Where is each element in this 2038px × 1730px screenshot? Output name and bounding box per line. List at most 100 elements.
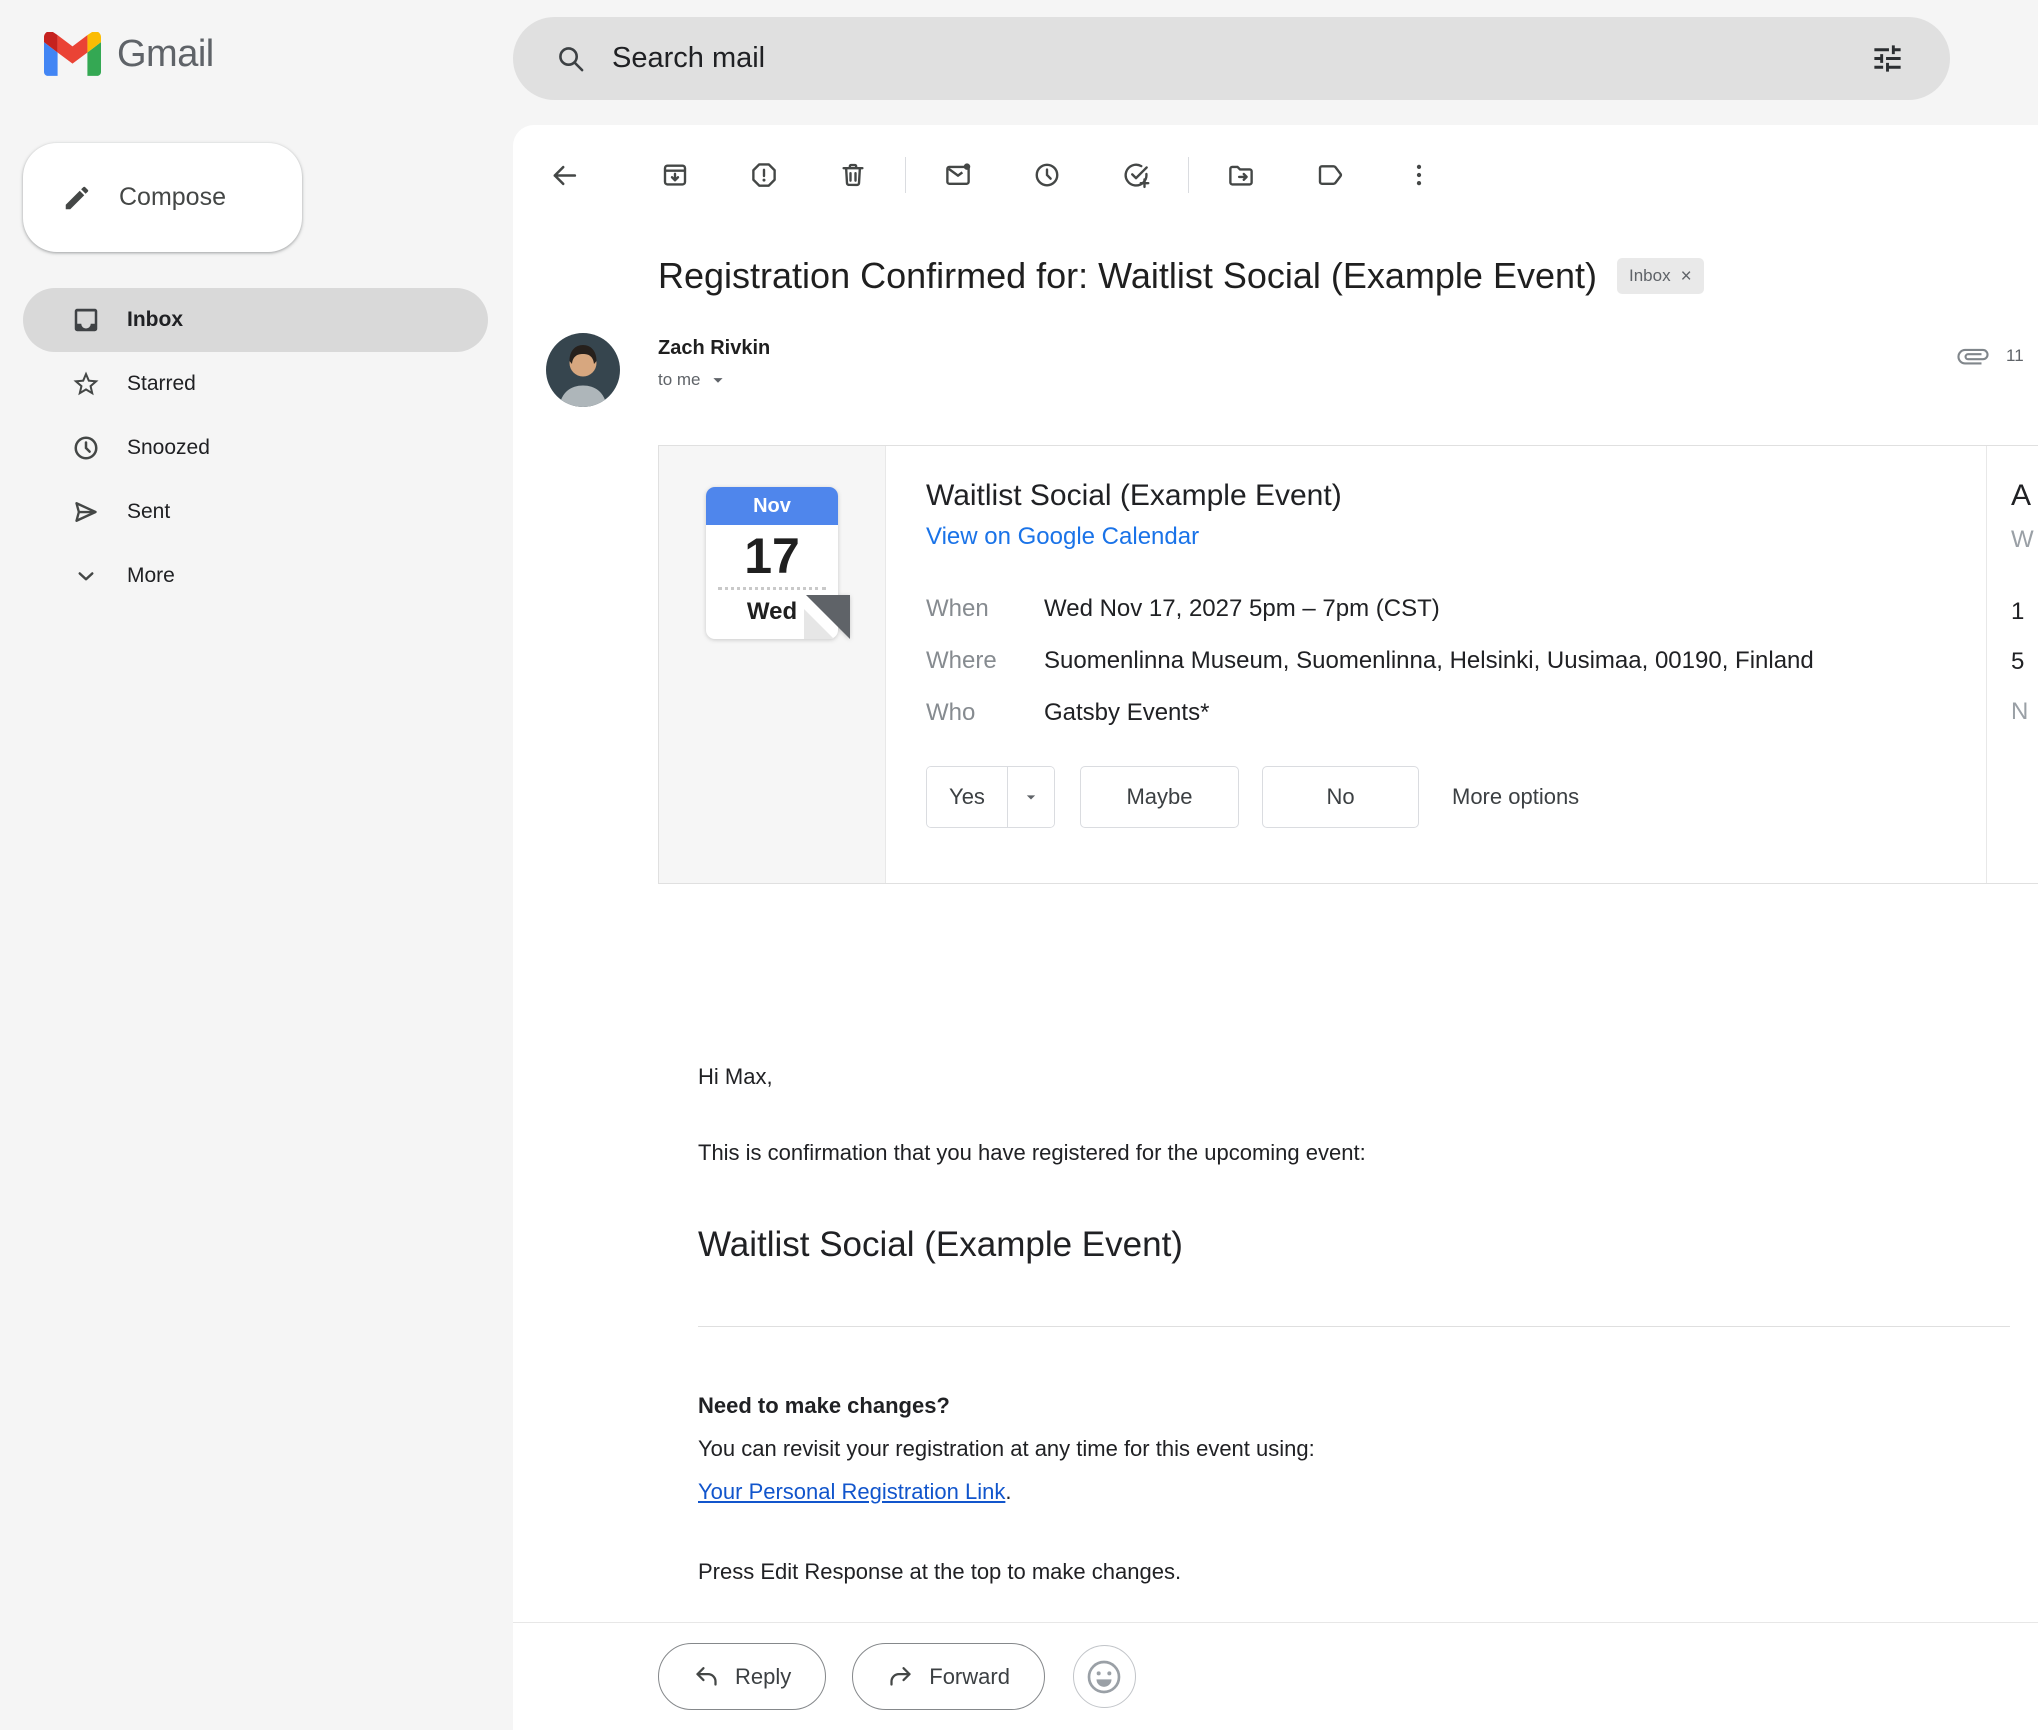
delete-button[interactable] [825, 147, 881, 203]
snooze-button[interactable] [1019, 147, 1075, 203]
who-label: Who [926, 697, 1044, 728]
reply-button[interactable]: Reply [658, 1643, 826, 1710]
sidebar-nav: Inbox Starred Snoozed Sent [0, 288, 513, 608]
archive-button[interactable] [647, 147, 703, 203]
personal-registration-link[interactable]: Your Personal Registration Link [698, 1479, 1005, 1504]
snooze-icon [1032, 160, 1062, 190]
caret-down-icon [1021, 787, 1041, 807]
report-spam-button[interactable] [736, 147, 792, 203]
event-details: Waitlist Social (Example Event) View on … [886, 446, 1986, 883]
more-vert-icon [1404, 160, 1434, 190]
search-bar[interactable] [513, 17, 1950, 100]
agenda-fragment: 5 [2011, 648, 2038, 676]
gmail-m-icon [44, 32, 101, 76]
compose-button[interactable]: Compose [23, 143, 302, 252]
gmail-logo: Gmail [44, 32, 214, 76]
sidebar-item-label: Sent [127, 500, 170, 524]
email-timestamp: 11 [2006, 346, 2024, 366]
where-value: Suomenlinna Museum, Suomenlinna, Helsink… [1044, 645, 1814, 676]
greeting-line: Hi Max, [698, 1062, 2038, 1092]
archive-icon [660, 160, 690, 190]
toolbar-divider [1188, 157, 1189, 193]
inbox-label-text: Inbox [1629, 266, 1671, 286]
event-title: Waitlist Social (Example Event) [926, 476, 1986, 516]
calendar-date-panel: Nov 17 Wed [659, 446, 886, 883]
agenda-fragment: A [2011, 476, 2038, 516]
label-icon [1315, 160, 1345, 190]
who-value: Gatsby Events* [1044, 697, 1209, 728]
agenda-panel-clipped: A W 1 5 N [1986, 446, 2038, 883]
link-suffix: . [1005, 1479, 1011, 1504]
email-toolbar [513, 125, 2038, 225]
report-spam-icon [749, 160, 779, 190]
agenda-fragment: W [2011, 526, 2038, 554]
page-fold-decoration [804, 595, 850, 641]
mark-unread-button[interactable] [930, 147, 986, 203]
agenda-fragment: N [2011, 698, 2038, 726]
calendar-day: 17 [706, 525, 838, 587]
sidebar: Compose Inbox Starred Snoozed [0, 125, 513, 608]
compose-label: Compose [119, 183, 226, 212]
sidebar-item-starred[interactable]: Starred [23, 352, 488, 416]
rsvp-yes-button[interactable]: Yes [927, 767, 1007, 827]
more-options-button[interactable] [1391, 147, 1447, 203]
clock-icon [71, 433, 101, 463]
star-icon [71, 369, 101, 399]
rsvp-yes-dropdown[interactable] [1007, 767, 1054, 827]
recipient-label: to me [658, 370, 701, 390]
search-icon [555, 43, 586, 74]
email-body: Hi Max, This is confirmation that you ha… [698, 1062, 2038, 1587]
rsvp-no-button[interactable]: No [1262, 766, 1419, 828]
sidebar-item-snoozed[interactable]: Snoozed [23, 416, 488, 480]
remove-label-icon[interactable]: × [1681, 267, 1692, 286]
sidebar-item-label: Starred [127, 372, 196, 396]
label-button[interactable] [1302, 147, 1358, 203]
move-to-icon [1226, 160, 1256, 190]
rsvp-yes-split-button: Yes [926, 766, 1055, 828]
reply-action-bar: Reply Forward [513, 1622, 2038, 1730]
view-on-google-calendar-link[interactable]: View on Google Calendar [926, 523, 1199, 551]
reply-label: Reply [735, 1664, 791, 1690]
search-input[interactable] [612, 42, 1870, 75]
reply-arrow-icon [693, 1663, 720, 1690]
inbox-label-chip[interactable]: Inbox × [1617, 258, 1704, 294]
forward-button[interactable]: Forward [852, 1643, 1045, 1710]
body-divider [698, 1326, 2010, 1327]
mark-unread-icon [943, 160, 973, 190]
forward-label: Forward [929, 1664, 1010, 1690]
calendar-event-card: Nov 17 Wed Waitlist Social (Example Even… [658, 445, 2038, 884]
changes-line: You can revisit your registration at any… [698, 1434, 2038, 1464]
back-button[interactable] [536, 147, 592, 203]
rsvp-maybe-button[interactable]: Maybe [1080, 766, 1239, 828]
move-to-button[interactable] [1213, 147, 1269, 203]
recipient-details-toggle[interactable]: to me [658, 369, 2038, 391]
event-who-row: Who Gatsby Events* [926, 697, 1986, 728]
chevron-down-icon [71, 561, 101, 591]
where-label: Where [926, 645, 1044, 676]
calendar-month: Nov [706, 487, 838, 525]
agenda-fragment: 1 [2011, 598, 2038, 626]
add-to-tasks-button[interactable] [1108, 147, 1164, 203]
sender-row: Zach Rivkin to me 11 [513, 333, 2038, 417]
email-subject: Registration Confirmed for: Waitlist Soc… [658, 251, 1597, 301]
sidebar-item-sent[interactable]: Sent [23, 480, 488, 544]
pencil-icon [62, 183, 92, 213]
event-when-row: When Wed Nov 17, 2027 5pm – 7pm (CST) [926, 593, 1986, 624]
delete-icon [838, 160, 868, 190]
search-options-tune-icon[interactable] [1870, 41, 1905, 76]
confirmation-line: This is confirmation that you have regis… [698, 1138, 2038, 1168]
caret-down-icon [707, 369, 729, 391]
inbox-icon [71, 305, 101, 335]
forward-arrow-icon [887, 1663, 914, 1690]
sidebar-item-more[interactable]: More [23, 544, 488, 608]
rsvp-buttons: Yes Maybe No More options [926, 766, 1986, 828]
sidebar-item-label: Snoozed [127, 436, 210, 460]
email-pane: Registration Confirmed for: Waitlist Soc… [513, 125, 2038, 1730]
back-icon [549, 160, 580, 191]
sidebar-item-inbox[interactable]: Inbox [23, 288, 488, 352]
rsvp-more-options-link[interactable]: More options [1452, 784, 1579, 810]
when-label: When [926, 593, 1044, 624]
emoji-reaction-button[interactable] [1073, 1645, 1136, 1708]
edit-response-line: Press Edit Response at the top to make c… [698, 1557, 2038, 1587]
sender-avatar[interactable] [546, 333, 620, 407]
